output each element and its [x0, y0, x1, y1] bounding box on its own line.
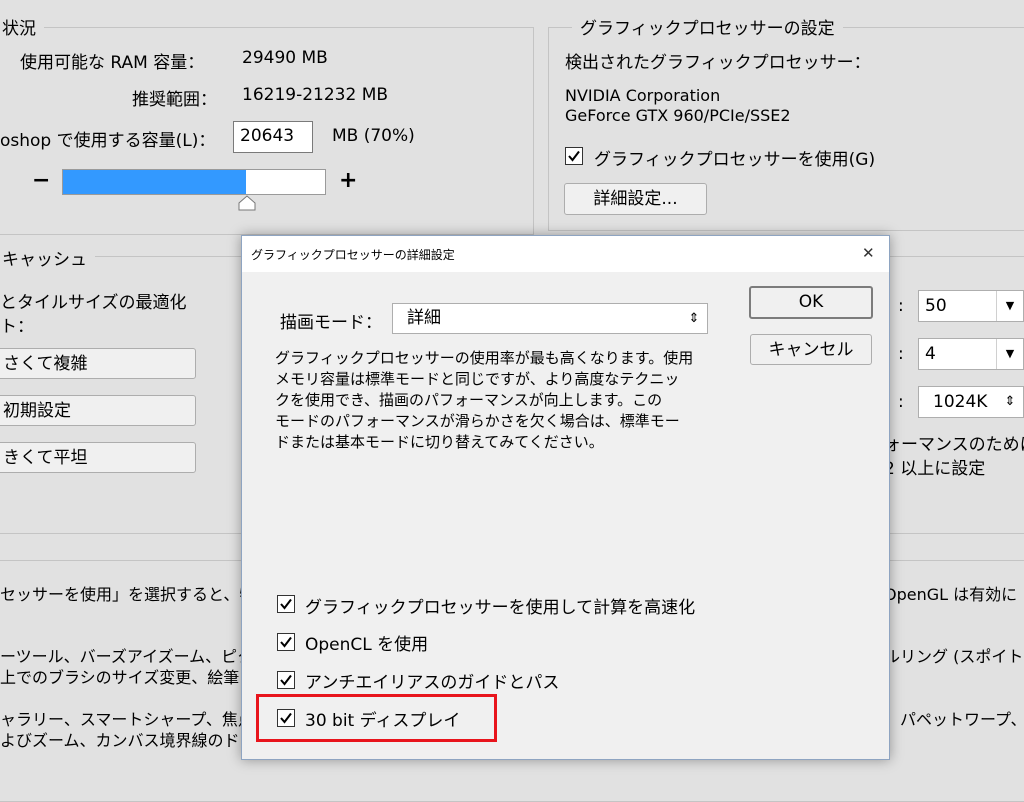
draw-mode-select[interactable]: 詳細 ⇕ — [392, 303, 708, 334]
history-states-value: 50 — [925, 296, 947, 316]
recommended-range-value: 16219-21232 MB — [242, 85, 389, 105]
ram-slider-fill — [63, 170, 246, 194]
memory-legend: 状況 — [0, 14, 44, 39]
draw-mode-value: 詳細 — [407, 308, 441, 328]
available-ram-label: 使用可能な RAM 容量： — [20, 53, 205, 73]
draw-mode-label: 描画モード： — [280, 313, 382, 333]
gpu-vendor: NVIDIA Corporation — [565, 86, 721, 105]
tile-size-value: 1024K — [933, 392, 988, 412]
desc-left-5: よびズーム、カンバス境界線のド — [0, 731, 240, 750]
mode-description-4: モードのパフォーマンスが滑らかさを欠く場合は、標準モー — [275, 412, 680, 430]
cache-levels-value: 4 — [925, 344, 936, 364]
ram-use-input[interactable]: 20643 — [233, 121, 313, 153]
dialog-title: グラフィックプロセッサーの詳細設定 — [251, 248, 455, 262]
cancel-button[interactable]: キャンセル — [750, 334, 872, 365]
desc-right-2: ルリング (スポイト — [884, 647, 1024, 666]
use-gpu-label: グラフィックプロセッサーを使用(G) — [594, 150, 876, 170]
chevron-down-icon: ▼ — [996, 339, 1023, 369]
desc-right-1: OpenGL は有効に — [884, 585, 1018, 604]
cache-levels-colon: : — [898, 344, 904, 364]
updown-icon: ⇕ — [688, 311, 700, 326]
tile-optimize-title: とタイルサイズの最適化 — [0, 293, 187, 313]
history-states-select[interactable]: 50 ▼ — [918, 290, 1024, 322]
ram-use-label: oshop で使用する容量(L)： — [0, 131, 216, 151]
cache-levels-select[interactable]: 4 ▼ — [918, 338, 1024, 370]
chevron-down-icon: ▼ — [996, 291, 1023, 321]
detected-gpu-label: 検出されたグラフィックプロセッサー： — [565, 53, 871, 73]
ram-slider-thumb[interactable] — [238, 195, 256, 216]
mode-description-1: グラフィックプロセッサーの使用率が最も高くなります。使用 — [275, 349, 694, 367]
ram-increase-button[interactable]: + — [339, 168, 357, 193]
ok-button[interactable]: OK — [749, 286, 873, 319]
desc-left-1: セッサーを使用」を選択すると、特 — [0, 585, 256, 604]
opencl-checkbox[interactable] — [277, 633, 295, 651]
gpu-advanced-dialog: グラフィックプロセッサーの詳細設定 ✕ 描画モード： 詳細 ⇕ OK キャンセル… — [241, 235, 890, 760]
tile-size-select[interactable]: 1024K ⇕ — [918, 386, 1024, 418]
desc-left-3: 上でのブラシのサイズ変更、絵筆 — [0, 668, 240, 687]
accelerate-compute-checkbox[interactable] — [277, 595, 295, 613]
cache-perf-note-1: ォーマンスのために — [884, 435, 1024, 455]
tile-optimize-subtitle: ト： — [0, 317, 34, 337]
gpu-model: GeForce GTX 960/PCIe/SSE2 — [565, 106, 791, 125]
highlight-box — [256, 694, 497, 742]
ram-use-unit: MB (70%) — [332, 126, 415, 146]
antialias-checkbox[interactable] — [277, 671, 295, 689]
mode-description-5: ドまたは基本モードに切り替えてみてください。 — [275, 433, 604, 451]
use-gpu-checkbox[interactable] — [565, 147, 583, 165]
updown-icon: ⇕ — [1004, 394, 1016, 409]
cache-preset-small-complex[interactable]: さくて複雑 — [0, 348, 196, 379]
cache-preset-default[interactable]: 初期設定 — [0, 395, 196, 426]
ram-decrease-button[interactable]: − — [32, 168, 50, 193]
recommended-range-label: 推奨範囲： — [132, 90, 217, 110]
dialog-titlebar[interactable]: グラフィックプロセッサーの詳細設定 ✕ — [242, 236, 889, 272]
opencl-label: OpenCL を使用 — [305, 635, 429, 655]
close-icon[interactable]: ✕ — [862, 244, 875, 262]
desc-right-4: 、パペットワープ、 — [884, 710, 1024, 729]
cache-preset-large-flat[interactable]: きくて平坦 — [0, 442, 196, 473]
cache-legend: キャッシュ — [0, 245, 95, 270]
accelerate-compute-label: グラフィックプロセッサーを使用して計算を高速化 — [305, 598, 696, 618]
mode-description-3: クを使用でき、描画のパフォーマンスが向上します。この — [275, 391, 663, 409]
gpu-advanced-settings-button[interactable]: 詳細設定... — [564, 183, 707, 215]
mode-description-2: メモリ容量は標準モードと同じですが、より高度なテクニッ — [275, 370, 680, 388]
tile-size-colon: : — [898, 392, 904, 412]
history-colon: : — [898, 296, 904, 316]
gpu-legend: グラフィックプロセッサーの設定 — [572, 14, 843, 39]
ram-slider[interactable] — [62, 169, 326, 195]
cache-perf-note-2: 2 以上に設定 — [884, 459, 986, 479]
antialias-label: アンチエイリアスのガイドとパス — [305, 673, 560, 693]
available-ram-value: 29490 MB — [242, 48, 328, 68]
